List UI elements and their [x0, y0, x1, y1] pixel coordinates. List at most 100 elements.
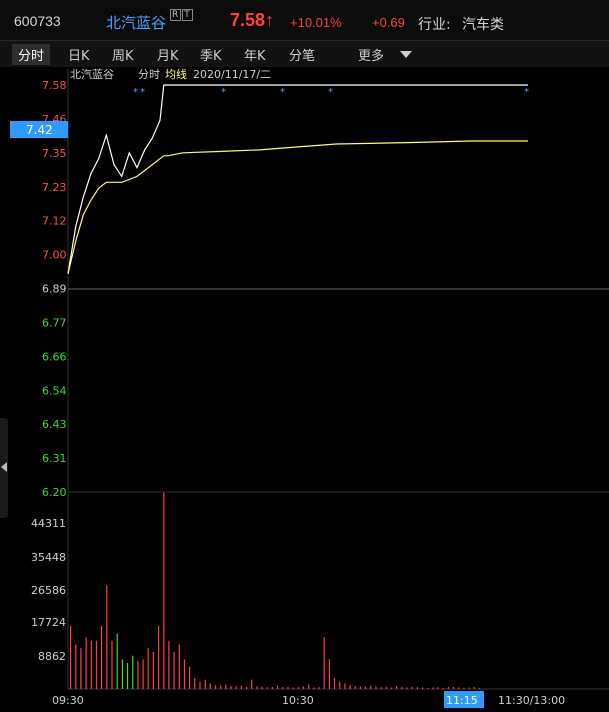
- volume-bar: [339, 681, 341, 689]
- price-tick-label: 6.20: [42, 486, 67, 499]
- volume-bar: [287, 686, 289, 689]
- period-tabs: 分时 日K 周K 月K 季K 年K 分笔 更多: [0, 41, 609, 68]
- volume-bar: [328, 659, 330, 689]
- volume-bar: [95, 640, 98, 689]
- chevron-left-icon[interactable]: [1, 462, 7, 472]
- volume-bar: [463, 687, 465, 689]
- event-star-icon[interactable]: *: [133, 87, 138, 98]
- volume-bar: [380, 687, 382, 689]
- up-arrow-icon: ↑: [265, 10, 275, 30]
- tab-more[interactable]: 更多: [358, 45, 384, 64]
- time-tick-label: 09:30: [52, 694, 84, 707]
- volume-bar: [111, 640, 113, 689]
- legend-avg-series: 均线: [165, 67, 187, 81]
- price-tick-label: 6.66: [42, 350, 67, 363]
- volume-bar: [158, 626, 160, 689]
- volume-bar: [354, 686, 356, 689]
- time-tick-label: 11:30/13:00: [498, 694, 565, 707]
- volume-bar: [163, 492, 165, 689]
- volume-bar: [447, 686, 449, 689]
- volume-bar: [282, 687, 284, 689]
- tab-ticks[interactable]: 分笔: [289, 45, 315, 64]
- volume-bar: [473, 687, 475, 689]
- volume-bar: [70, 626, 72, 689]
- price-tick-label: 6.89: [42, 283, 67, 296]
- volume-bar: [411, 686, 413, 689]
- volume-bar: [214, 685, 217, 689]
- volume-bar: [427, 687, 429, 689]
- volume-bar: [390, 687, 393, 689]
- volume-bar: [183, 659, 186, 689]
- event-star-icon[interactable]: *: [280, 87, 285, 98]
- stock-code[interactable]: 600733: [14, 13, 61, 29]
- volume-bar: [375, 686, 377, 689]
- chevron-down-icon[interactable]: [400, 51, 412, 58]
- volume-bar: [313, 687, 315, 689]
- volume-bar: [101, 626, 103, 689]
- price-tick-label: 7.23: [42, 181, 67, 194]
- volume-bar: [302, 686, 305, 689]
- volume-tick-label: 35448: [31, 551, 66, 564]
- volume-bar: [297, 687, 299, 689]
- volume-bar: [137, 661, 139, 689]
- tab-daily-k[interactable]: 日K: [68, 45, 90, 64]
- volume-bar: [468, 687, 470, 689]
- volume-bar: [152, 652, 154, 689]
- event-star-icon[interactable]: *: [221, 87, 226, 98]
- intraday-chart[interactable]: 北汽蓝谷 分时 均线 2020/11/17/二 7.587.467.357.23…: [0, 67, 609, 712]
- price-tick-label: 7.35: [42, 147, 67, 160]
- event-star-icon[interactable]: *: [140, 87, 145, 98]
- stock-name[interactable]: 北汽蓝谷: [106, 12, 166, 33]
- industry-label: 行业:: [418, 17, 451, 33]
- industry-value[interactable]: 汽车类: [462, 14, 504, 34]
- current-price-tag-label: 7.42: [26, 123, 53, 137]
- tab-monthly-k[interactable]: 月K: [157, 45, 179, 64]
- event-star-icon[interactable]: *: [524, 87, 529, 98]
- volume-bar: [235, 686, 237, 689]
- price-tick-label: 6.77: [42, 316, 67, 329]
- price-tick-label: 7.00: [42, 249, 67, 262]
- volume-bar: [199, 681, 201, 689]
- volume-bar: [453, 687, 455, 689]
- tab-quarterly-k[interactable]: 季K: [200, 45, 222, 64]
- stock-badges: RT: [170, 9, 194, 21]
- volume-bar: [370, 685, 372, 689]
- volume-bar: [204, 679, 206, 689]
- stock-header: 600733 北汽蓝谷 RT 7.58↑ +10.01% +0.69 行业: 汽…: [0, 0, 609, 41]
- volume-bar: [406, 687, 408, 689]
- price-tick-label: 6.31: [42, 452, 67, 465]
- event-star-icon[interactable]: *: [328, 87, 333, 98]
- volume-bar: [85, 637, 87, 689]
- legend-price-series: 分时: [138, 68, 160, 81]
- volume-bar: [442, 687, 444, 689]
- volume-tick-label: 8862: [38, 650, 66, 663]
- tab-yearly-k[interactable]: 年K: [244, 45, 266, 64]
- chart-background: [0, 67, 609, 712]
- volume-bar: [308, 684, 310, 689]
- volume-bar: [292, 687, 294, 689]
- volume-bar: [318, 687, 320, 689]
- volume-bar: [432, 687, 434, 689]
- volume-bar: [116, 633, 118, 689]
- volume-bar: [458, 687, 460, 689]
- volume-bar: [246, 686, 248, 689]
- volume-bar: [189, 666, 191, 689]
- tab-weekly-k[interactable]: 周K: [112, 45, 134, 64]
- volume-bar: [251, 679, 253, 689]
- volume-bar: [75, 644, 77, 689]
- price-value: 7.58: [230, 10, 266, 30]
- volume-bar: [323, 637, 325, 689]
- volume-tick-label: 26586: [31, 584, 66, 597]
- tab-intraday[interactable]: 分时: [12, 44, 51, 65]
- price-tick-label: 7.58: [42, 79, 67, 92]
- volume-bar: [365, 686, 367, 689]
- volume-bar: [256, 686, 258, 689]
- volume-bar: [132, 655, 134, 689]
- volume-bar: [349, 685, 351, 689]
- volume-bar: [80, 648, 82, 689]
- volume-bar: [421, 687, 424, 689]
- volume-bar: [359, 686, 361, 689]
- volume-bar: [240, 685, 242, 689]
- volume-bar: [147, 648, 149, 689]
- volume-tick-label: 44311: [31, 517, 66, 530]
